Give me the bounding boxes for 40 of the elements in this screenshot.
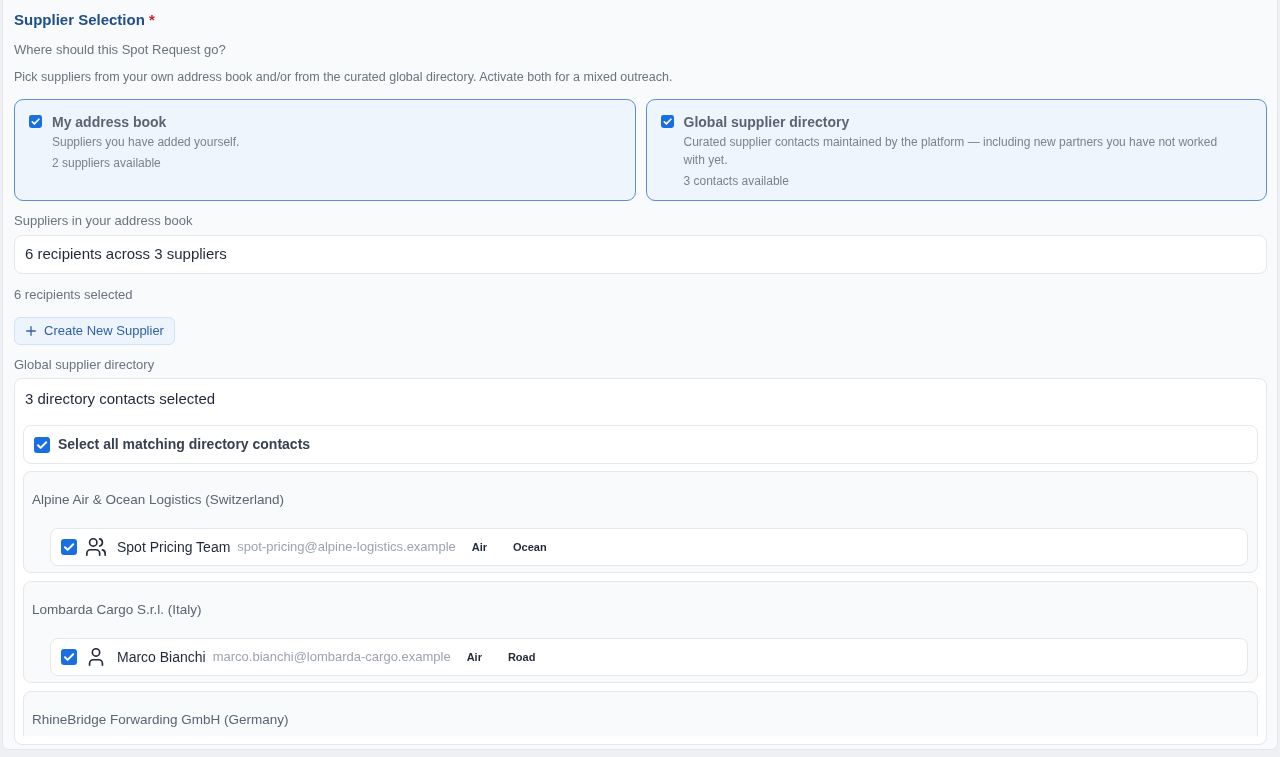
section-question: Where should this Spot Request go?	[14, 41, 227, 59]
source-title: My address book	[52, 113, 168, 132]
select-all-label: Select all matching directory contacts	[58, 435, 311, 454]
transport-mode-tag: Air	[459, 538, 500, 556]
plus-icon	[26, 326, 36, 336]
create-supplier-button[interactable]: Create New Supplier	[14, 317, 175, 345]
transport-mode-tag: Ocean	[501, 538, 559, 556]
section-title: Supplier Selection	[14, 10, 145, 30]
contact-email: spot-pricing@alpine-logistics.example	[237, 538, 456, 557]
supplier-name: Lombarda Cargo S.r.l. (Italy)	[32, 601, 203, 619]
contact-name: Marco Bianchi	[117, 647, 206, 667]
contact-row[interactable]: Marco Bianchi marco.bianchi@lombarda-cargo.example Air Road	[50, 638, 1248, 676]
required-mark: *	[148, 10, 155, 30]
checkbox[interactable]	[61, 539, 77, 555]
section-hint: Pick suppliers from your own address book and/or from the curated global directory. Activate both for a mixed outreach.	[14, 69, 674, 86]
source-option-card[interactable]: My address book Suppliers you have added yourself. 2 suppliers available	[14, 99, 636, 201]
contact-email: marco.bianchi@lombarda-cargo.example	[212, 648, 451, 667]
checkbox[interactable]	[29, 115, 42, 128]
field-label: Suppliers in your address book	[14, 212, 194, 230]
source-count: 2 suppliers available	[52, 155, 162, 172]
recipients-select-field[interactable]: 6 recipients across 3 suppliers	[14, 235, 1267, 274]
contact-name: Spot Pricing Team	[117, 537, 231, 557]
source-option-card[interactable]: Global supplier directory Curated supplier contacts maintained by the platform — including new partners you have not worked with yet. 3 contacts available	[645, 99, 1267, 201]
select-all-row[interactable]: Select all matching directory contacts	[23, 425, 1258, 464]
checkbox[interactable]	[34, 436, 50, 453]
source-title: Global supplier directory	[683, 113, 851, 132]
contact-row[interactable]: Spot Pricing Team spot-pricing@alpine-logistics.example Air Ocean	[50, 528, 1248, 566]
supplier-name: RhineBridge Forwarding GmbH (Germany)	[32, 711, 290, 729]
users-icon	[85, 536, 107, 558]
transport-mode-tag: Air	[454, 648, 494, 666]
transport-mode-tag: Road	[495, 648, 548, 666]
field-label: Global supplier directory	[14, 356, 156, 374]
checkbox[interactable]	[61, 649, 77, 665]
supplier-name: Alpine Air & Ocean Logistics (Switzerland)	[32, 491, 286, 509]
source-description: Suppliers you have added yourself.	[52, 134, 240, 151]
checkbox[interactable]	[660, 115, 674, 128]
source-description: Curated supplier contacts maintained by the platform — including new partners you have not worked with yet.	[683, 134, 1219, 169]
selected-count: 6 recipients selected	[14, 286, 134, 304]
source-count: 3 contacts available	[683, 173, 790, 190]
directory-selection-summary[interactable]: 3 directory contacts selected	[23, 389, 1258, 409]
